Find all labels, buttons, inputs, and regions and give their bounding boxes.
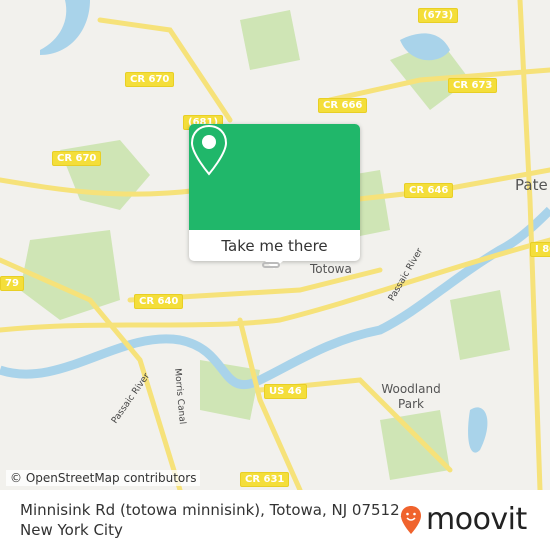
road-shield: CR 631 — [240, 472, 290, 487]
road-shield: CR 646 — [404, 183, 454, 198]
road-shield: 79 — [0, 276, 24, 291]
location-popup[interactable]: Take me there — [189, 124, 360, 269]
road-shield: CR 640 — [134, 294, 184, 309]
moovit-pin-icon — [401, 505, 421, 534]
take-me-there-button[interactable]: Take me there — [189, 230, 360, 261]
road-shield: CR 666 — [318, 98, 368, 113]
place-label: Woodland Park — [381, 382, 441, 411]
footer: Minnisink Rd (totowa minnisink), Totowa,… — [0, 490, 550, 550]
location-marker — [262, 262, 280, 268]
map-attribution[interactable]: © OpenStreetMap contributors — [6, 470, 201, 486]
map[interactable]: CR 670 (673) CR 673 CR 666 (681) CR 670 … — [0, 0, 550, 490]
address-text: Minnisink Rd (totowa minnisink), Totowa,… — [20, 501, 405, 539]
road-shield: I 80 — [530, 242, 550, 257]
place-label: Pate — [515, 176, 548, 194]
popup-header — [189, 124, 360, 230]
road-shield: CR 673 — [448, 78, 498, 93]
road-shield: CR 670 — [52, 151, 102, 166]
road-shield: (673) — [418, 8, 459, 23]
map-pin-icon — [190, 124, 228, 176]
moovit-wordmark: moovit — [426, 502, 527, 537]
place-label: Totowa — [310, 262, 352, 276]
road-shield: CR 670 — [125, 72, 175, 87]
moovit-logo: moovit — [400, 502, 527, 537]
road-shield: US 46 — [264, 384, 307, 399]
